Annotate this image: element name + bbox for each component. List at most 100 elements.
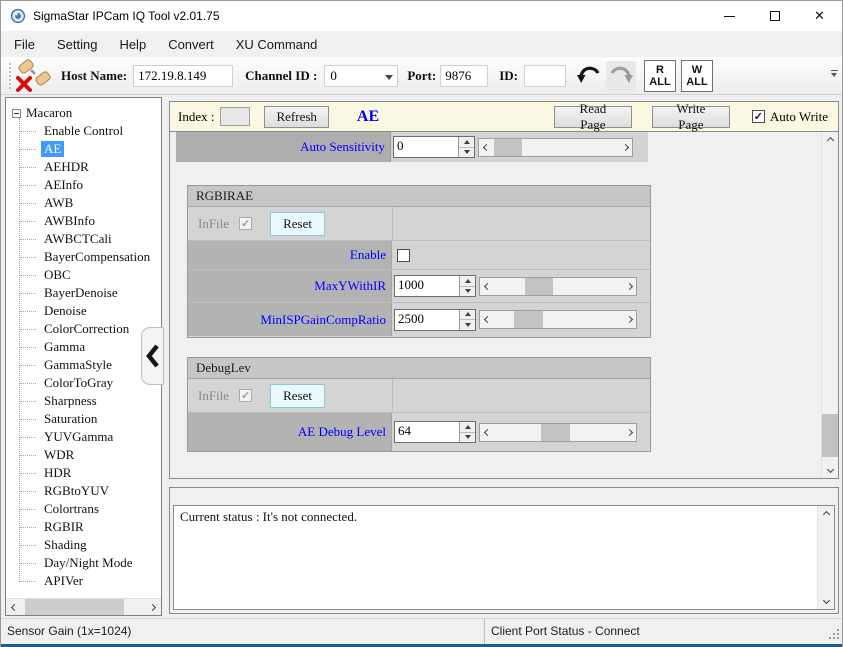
scroll-down-arrow-icon[interactable] [818, 592, 834, 609]
tree-item-bayercompensation[interactable]: BayerCompensation [6, 248, 161, 266]
spin-up-icon[interactable] [459, 137, 474, 148]
tree-item-day-night-mode[interactable]: Day/Night Mode [6, 554, 161, 572]
minispgaincompratio-slider[interactable] [479, 310, 637, 329]
auto-write-checkbox[interactable]: ✓ [752, 110, 765, 123]
debuglev-reset-button[interactable]: Reset [270, 384, 325, 408]
spin-down-icon[interactable] [460, 287, 475, 297]
host-name-input[interactable] [133, 65, 233, 87]
panel-collapse-handle[interactable] [141, 327, 164, 385]
maxywithir-spinner[interactable]: 1000 [394, 275, 476, 297]
tree-item-gamma[interactable]: Gamma [6, 338, 161, 356]
maximize-button[interactable] [752, 1, 797, 31]
close-button[interactable]: ✕ [797, 1, 842, 31]
undo-button[interactable] [574, 61, 604, 91]
tree-item-wdr[interactable]: WDR [6, 446, 161, 464]
tree-item-ae[interactable]: AE [6, 140, 161, 158]
tree-item-aehdr[interactable]: AEHDR [6, 158, 161, 176]
tree-collapse-minus-icon[interactable] [12, 109, 21, 118]
scroll-left-arrow-icon[interactable] [6, 599, 23, 616]
menu-file[interactable]: File [3, 31, 46, 57]
read-all-button[interactable]: R ALL [644, 60, 676, 92]
content-scroll-thumb[interactable] [822, 414, 838, 457]
redo-button[interactable] [606, 61, 636, 91]
slider-right-arrow-icon[interactable] [618, 139, 632, 156]
tree-item-denoise[interactable]: Denoise [6, 302, 161, 320]
tree-item-awbctcali[interactable]: AWBCTCali [6, 230, 161, 248]
auto-sensitivity-slider[interactable] [478, 138, 633, 157]
slider-right-arrow-icon[interactable] [622, 311, 636, 328]
refresh-button[interactable]: Refresh [264, 106, 328, 128]
slider-thumb[interactable] [514, 311, 542, 328]
infile-checkbox[interactable]: ✓ [239, 389, 252, 402]
menu-setting[interactable]: Setting [46, 31, 108, 57]
tree-item-colorcorrection[interactable]: ColorCorrection [6, 320, 161, 338]
tree-item-colortogray[interactable]: ColorToGray [6, 374, 161, 392]
tree-item-obc[interactable]: OBC [6, 266, 161, 284]
toolbar-grip[interactable] [9, 63, 11, 89]
tree-item-awbinfo[interactable]: AWBInfo [6, 212, 161, 230]
auto-sensitivity-spinner[interactable]: 0 [393, 136, 475, 158]
slider-left-arrow-icon[interactable] [480, 278, 494, 295]
tree-item-saturation[interactable]: Saturation [6, 410, 161, 428]
ae-debug-level-value[interactable]: 64 [395, 422, 459, 442]
maxywithir-value[interactable]: 1000 [395, 276, 459, 296]
enable-checkbox[interactable] [397, 249, 410, 262]
auto-sensitivity-value[interactable]: 0 [394, 137, 458, 157]
port-input[interactable] [440, 65, 488, 87]
tree-item-aeinfo[interactable]: AEInfo [6, 176, 161, 194]
write-all-button[interactable]: W ALL [681, 60, 713, 92]
tree-item-rgbir[interactable]: RGBIR [6, 518, 161, 536]
infile-checkbox[interactable]: ✓ [239, 217, 252, 230]
tree-item-bayerdenoise[interactable]: BayerDenoise [6, 284, 161, 302]
ae-debug-level-slider[interactable] [479, 423, 637, 442]
maxywithir-slider[interactable] [479, 277, 637, 296]
spin-down-icon[interactable] [459, 148, 474, 158]
slider-left-arrow-icon[interactable] [479, 139, 493, 156]
slider-thumb[interactable] [541, 424, 569, 441]
menu-convert[interactable]: Convert [157, 31, 225, 57]
tree-item-yuvgamma[interactable]: YUVGamma [6, 428, 161, 446]
tree-item-colortrans[interactable]: Colortrans [6, 500, 161, 518]
scroll-down-arrow-icon[interactable] [822, 461, 838, 478]
scroll-up-arrow-icon[interactable] [818, 506, 834, 523]
tree-item-hdr[interactable]: HDR [6, 464, 161, 482]
scroll-up-arrow-icon[interactable] [822, 132, 838, 149]
log-textarea[interactable]: Current status : It's not connected. [173, 505, 835, 610]
spin-up-icon[interactable] [460, 310, 475, 321]
spin-up-icon[interactable] [460, 276, 475, 287]
content-vertical-scrollbar[interactable] [821, 132, 838, 478]
tree-item-gammastyle[interactable]: GammaStyle [6, 356, 161, 374]
spin-down-icon[interactable] [460, 320, 475, 330]
resize-grip[interactable] [828, 628, 840, 640]
minispgaincompratio-spinner[interactable]: 2500 [394, 309, 476, 331]
tree-root-macaron[interactable]: Macaron [12, 104, 72, 122]
index-input[interactable] [220, 107, 250, 126]
tree-item-awb[interactable]: AWB [6, 194, 161, 212]
spin-up-icon[interactable] [460, 422, 475, 433]
slider-right-arrow-icon[interactable] [622, 424, 636, 441]
ae-debug-level-spinner[interactable]: 64 [394, 421, 476, 443]
rgbirae-reset-button[interactable]: Reset [270, 212, 325, 236]
spin-down-icon[interactable] [460, 433, 475, 443]
slider-right-arrow-icon[interactable] [622, 278, 636, 295]
tree-item-enable-control[interactable]: Enable Control [6, 122, 161, 140]
write-page-button[interactable]: Write Page [652, 106, 730, 128]
tree-scroll-track[interactable] [23, 599, 144, 615]
tree-item-shading[interactable]: Shading [6, 536, 161, 554]
menu-xu-command[interactable]: XU Command [225, 31, 329, 57]
slider-thumb[interactable] [525, 278, 553, 295]
tree-item-sharpness[interactable]: Sharpness [6, 392, 161, 410]
read-page-button[interactable]: Read Page [554, 106, 632, 128]
minispgaincompratio-value[interactable]: 2500 [395, 310, 459, 330]
scroll-right-arrow-icon[interactable] [144, 599, 161, 616]
tree-item-apiver[interactable]: APIVer [6, 572, 161, 590]
channel-id-select[interactable]: 0 [324, 65, 398, 87]
tree-scroll-thumb[interactable] [25, 599, 124, 615]
slider-left-arrow-icon[interactable] [480, 311, 494, 328]
id-input[interactable] [524, 65, 566, 87]
menu-help[interactable]: Help [108, 31, 157, 57]
tree-item-rgbtoyuv[interactable]: RGBtoYUV [6, 482, 161, 500]
slider-thumb[interactable] [494, 139, 522, 156]
tree-horizontal-scrollbar[interactable] [6, 598, 161, 615]
minimize-button[interactable] [707, 1, 752, 31]
